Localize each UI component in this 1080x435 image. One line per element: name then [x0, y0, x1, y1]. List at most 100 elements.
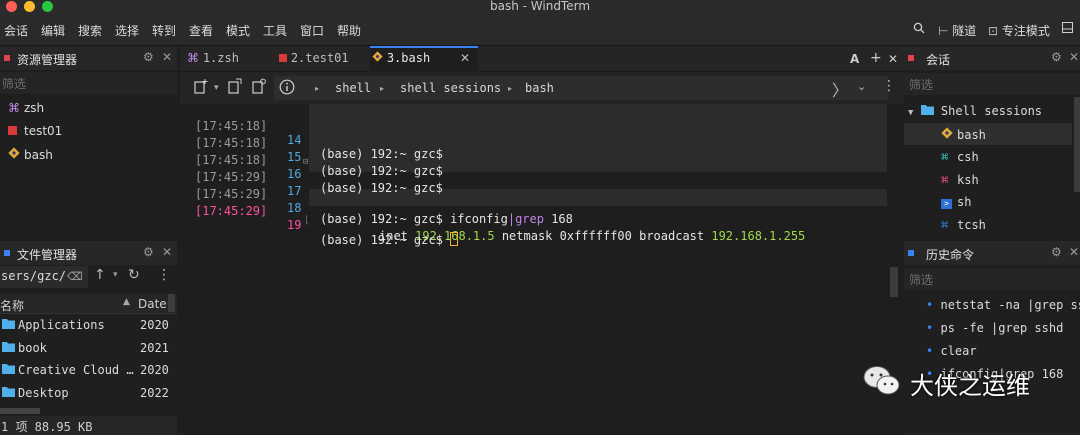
sessions-filter-input[interactable]: 筛选 [904, 73, 1080, 95]
file-row[interactable]: book 2021 [2, 341, 172, 355]
column-name[interactable]: 名称 [0, 297, 24, 314]
gear-icon[interactable]: ⚙ [143, 50, 154, 64]
file-row[interactable]: Desktop 2022 [2, 386, 172, 400]
search-icon[interactable] [913, 22, 925, 37]
explorer-item-zsh[interactable]: ⌘ zsh [8, 101, 44, 115]
sort-asc-icon[interactable]: ▲ [123, 297, 130, 307]
menu-help[interactable]: 帮助 [337, 22, 361, 39]
tab-test01[interactable]: 2.test01 [273, 46, 366, 72]
menu-goto[interactable]: 转到 [152, 22, 176, 39]
breadcrumb-sep-icon: ▸ [508, 84, 513, 93]
history-title: 历史命令 [926, 248, 975, 262]
focus-mode-button[interactable]: ⊡ 专注模式 [988, 22, 1050, 39]
blue-square-icon [4, 250, 10, 256]
breadcrumb-bash[interactable]: bash [525, 81, 554, 95]
up-arrow-icon[interactable]: ↑ [94, 267, 106, 283]
gear-icon[interactable]: ⚙ [1051, 245, 1062, 259]
breadcrumb-shell-sessions[interactable]: shell sessions [400, 81, 501, 95]
explorer-item-bash[interactable]: bash [8, 147, 53, 162]
gear-icon[interactable]: ⚙ [143, 245, 154, 259]
more-icon[interactable]: ⋮ [157, 267, 171, 283]
horizontal-scrollbar[interactable] [0, 408, 40, 414]
focus-icon: ⊡ [988, 24, 999, 38]
history-item[interactable]: • netstat -na |grep ssh [926, 298, 1080, 312]
new-session-icon[interactable] [194, 78, 208, 97]
menu-window[interactable]: 窗口 [300, 22, 324, 39]
tunnel-button[interactable]: ⊢ 隧道 [938, 22, 976, 39]
file-table-header: 名称 ▲ Date [0, 294, 177, 314]
line-highlight [309, 121, 887, 138]
breadcrumb-shell[interactable]: shell [335, 81, 371, 95]
blue-square-icon [908, 250, 914, 256]
menu-view[interactable]: 查看 [189, 22, 213, 39]
history-filter-input[interactable]: 筛选 [904, 268, 1080, 290]
menu-search[interactable]: 搜索 [78, 22, 102, 39]
close-icon[interactable]: ✕ [1069, 50, 1079, 64]
explorer-item-test01[interactable]: test01 [8, 124, 62, 138]
menu-select[interactable]: 选择 [115, 22, 139, 39]
chevron-down-icon[interactable]: ▾ [113, 270, 118, 280]
close-icon[interactable]: ✕ [162, 50, 172, 64]
explorer-panel: 资源管理器 ⚙ ✕ 筛选 ⌘ zsh test01 bash [0, 46, 177, 240]
breadcrumb-bar: ▾ ▸ shell ▸ shell sessions ▸ bash 〉 ⌄ ⋮ [180, 72, 904, 104]
file-row[interactable]: Applications 2020 [2, 318, 172, 332]
chevron-right-icon[interactable]: 〉 [832, 77, 848, 101]
close-tab-icon[interactable]: ✕ [460, 51, 470, 65]
terminal-line: [17:45:18] 16 (base) 192:~ gzc$ [195, 153, 443, 195]
window-title: bash - WindTerm [489, 0, 591, 13]
info-icon[interactable] [279, 79, 295, 98]
command-icon: ⌘ [941, 218, 949, 232]
breadcrumb-sep-icon: ▸ [380, 84, 385, 93]
file-scrollbar[interactable] [168, 294, 175, 312]
history-item[interactable]: • ps -fe |grep sshd [926, 321, 1063, 335]
menu-session[interactable]: 会话 [4, 22, 28, 39]
session-item-sh[interactable]: > sh [941, 195, 971, 209]
session-group[interactable]: ▼ Shell sessions [908, 104, 1042, 118]
menu-bar: 会话 编辑 搜索 选择 转到 查看 模式 工具 窗口 帮助 ⊢ 隧道 ⊡ 专注模… [0, 14, 1080, 46]
explorer-filter-input[interactable]: 筛选 [0, 72, 177, 94]
column-date[interactable]: Date [138, 297, 167, 311]
session-item-tcsh[interactable]: ⌘ tcsh [941, 218, 986, 232]
add-tab-button[interactable]: + [870, 50, 882, 66]
fold-icon[interactable]: ⊟ [303, 157, 308, 167]
duplicate-session-icon[interactable] [252, 78, 266, 97]
terminal-line: [17:45:18] 15 (base) 192:~ gzc$ [195, 136, 443, 178]
title-bar: bash - WindTerm [0, 0, 1080, 14]
file-row[interactable]: Creative Cloud … 2020 [2, 363, 172, 377]
folder-icon [2, 341, 18, 355]
history-item[interactable]: • clear [926, 344, 977, 358]
font-button[interactable]: A [850, 52, 859, 66]
command-icon: ⌘ [941, 173, 949, 187]
session-item-csh[interactable]: ⌘ csh [941, 150, 979, 164]
red-square-icon [8, 124, 24, 138]
chevron-down-icon[interactable]: ▾ [214, 83, 219, 93]
close-icon[interactable]: ✕ [1069, 245, 1079, 259]
terminal-line: [17:45:29] 18 ⌊ inet 192.168.1.5 netmask… [195, 187, 806, 243]
chevron-down-icon[interactable]: ⌄ [857, 80, 866, 93]
open-session-icon[interactable] [228, 78, 242, 97]
refresh-icon[interactable]: ↻ [128, 267, 140, 283]
more-icon[interactable]: ⋮ [882, 78, 896, 94]
command-icon: ⌘ [941, 150, 949, 164]
sessions-scrollbar[interactable] [1074, 97, 1080, 192]
fold-guide-icon: ⌊ [304, 215, 311, 226]
session-item-bash[interactable]: bash [941, 127, 986, 142]
tab-bash[interactable]: 3.bash ✕ [370, 46, 478, 72]
file-manager-panel: 文件管理器 ⚙ ✕ sers/gzc/ ⌫ ↑ ▾ ↻ ⋮ 名称 ▲ Date … [0, 241, 177, 435]
session-item-ksh[interactable]: ⌘ ksh [941, 173, 979, 187]
close-icon[interactable]: ✕ [162, 245, 172, 259]
history-header: 历史命令 ⚙ ✕ [904, 241, 1080, 265]
tunnel-icon: ⊢ [938, 24, 949, 38]
menu-mode[interactable]: 模式 [226, 22, 250, 39]
terminal-scrollbar[interactable] [890, 267, 898, 297]
close-pane-button[interactable]: ✕ [888, 52, 898, 66]
menu-edit[interactable]: 编辑 [41, 22, 65, 39]
gear-icon[interactable]: ⚙ [1051, 50, 1062, 64]
layout-icon[interactable] [1062, 22, 1073, 36]
clear-path-icon[interactable]: ⌫ [67, 270, 83, 283]
explorer-header: 资源管理器 ⚙ ✕ [0, 46, 177, 70]
terminal[interactable]: [17:45:18] 14 (base) 192:~ gzc$ [17:45:1… [180, 104, 904, 435]
menu-tools[interactable]: 工具 [263, 22, 287, 39]
folder-icon [2, 363, 18, 377]
tab-zsh[interactable]: ⌘ 1.zsh [183, 46, 271, 72]
